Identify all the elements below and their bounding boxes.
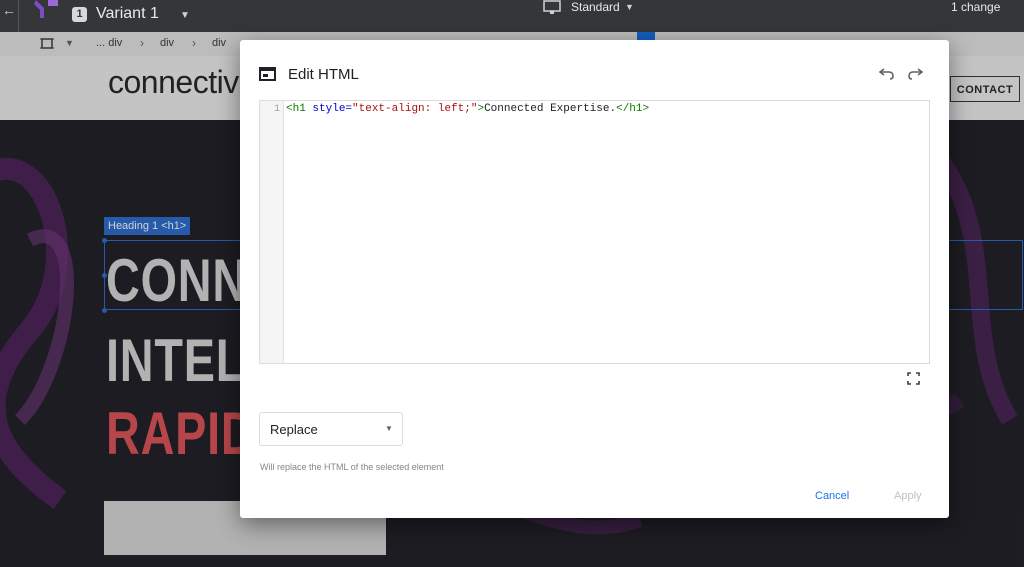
optimize-logo-icon xyxy=(34,0,58,18)
monitor-icon[interactable] xyxy=(543,0,561,16)
code-attr-value: "text-align: left;" xyxy=(352,103,478,115)
chevron-down-icon: ▼ xyxy=(385,424,393,433)
code-text: Connected Expertise. xyxy=(484,103,617,115)
top-bar: ← 1 Variant 1 ▼ Standard ▼ 1 change xyxy=(0,0,1024,32)
back-arrow-icon[interactable]: ← xyxy=(0,0,19,32)
variant-selector[interactable]: Variant 1 xyxy=(96,5,159,23)
html-editor-icon xyxy=(259,67,276,81)
line-number: 1 xyxy=(273,104,280,115)
chevron-down-icon[interactable]: ▼ xyxy=(625,2,634,12)
undo-icon[interactable] xyxy=(879,66,895,80)
mode-hint: Will replace the HTML of the selected el… xyxy=(260,462,444,472)
cancel-button[interactable]: Cancel xyxy=(815,490,849,502)
variant-number-badge: 1 xyxy=(72,7,87,22)
chevron-down-icon[interactable]: ▼ xyxy=(180,10,190,21)
device-selector[interactable]: Standard xyxy=(571,0,620,14)
dialog-title: Edit HTML xyxy=(288,66,359,83)
code-attr-name: style= xyxy=(305,103,353,115)
code-editor[interactable]: 1 <h1 style="text-align: left;">Connecte… xyxy=(259,100,930,364)
select-value: Replace xyxy=(270,422,318,437)
apply-button[interactable]: Apply xyxy=(894,490,922,502)
fullscreen-icon[interactable] xyxy=(907,372,920,385)
code-close-tag: </h1> xyxy=(616,103,650,115)
redo-icon[interactable] xyxy=(907,66,923,80)
code-open-tag: <h1 xyxy=(286,103,306,115)
edit-html-dialog: Edit HTML 1 <h1 style="text-align: left;… xyxy=(240,40,949,518)
replace-mode-select[interactable]: Replace ▼ xyxy=(259,412,403,446)
line-number-gutter: 1 xyxy=(260,101,284,363)
changes-count[interactable]: 1 change xyxy=(951,0,1000,14)
code-line[interactable]: <h1 style="text-align: left;">Connected … xyxy=(286,103,649,115)
